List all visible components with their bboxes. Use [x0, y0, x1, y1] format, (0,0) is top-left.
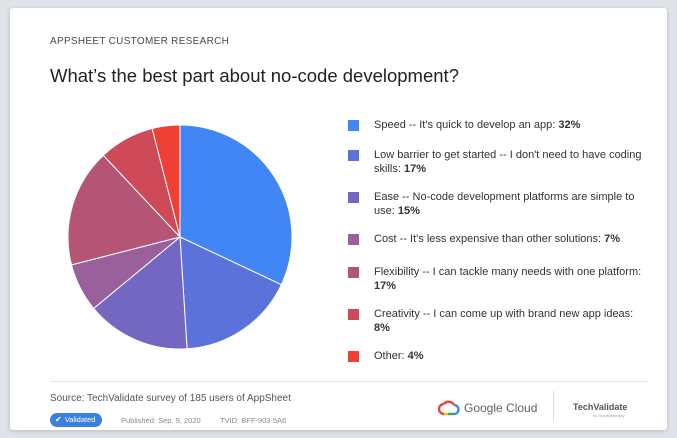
report-card: APPSHEET CUSTOMER RESEARCH What’s the be… [10, 8, 667, 430]
legend-label-0: Speed -- It's quick to develop an app: [374, 119, 559, 131]
legend-text-3: Cost -- It's less expensive than other s… [374, 232, 648, 246]
legend-swatch-0 [348, 120, 359, 131]
techvalidate-logo: TechValidate [573, 402, 628, 412]
legend-label-6: Other: [374, 350, 408, 362]
published-date: Published: Sep. 9, 2020 [121, 416, 201, 425]
legend-value-3: 7% [604, 233, 621, 245]
chart-title: What’s the best part about no-code devel… [50, 65, 459, 86]
legend-text-6: Other: 4% [374, 349, 648, 363]
legend-item-4: Flexibility -- I can tackle many needs w… [348, 265, 648, 293]
legend-item-3: Cost -- It's less expensive than other s… [348, 232, 648, 246]
legend-item-6: Other: 4% [348, 349, 648, 363]
legend-item-5: Creativity -- I can come up with brand n… [348, 307, 648, 335]
techvalidate-subtext: by SurveyMonkey [593, 413, 625, 418]
footer-divider [50, 381, 648, 382]
google-cloud-icon [438, 400, 460, 416]
legend-value-4: 17% [374, 280, 397, 292]
legend-swatch-4 [348, 267, 359, 278]
legend-label-3: Cost -- It's less expensive than other s… [374, 233, 605, 245]
legend-swatch-6 [348, 351, 359, 362]
legend-swatch-2 [348, 192, 359, 203]
legend-text-1: Low barrier to get started -- I don't ne… [374, 148, 648, 176]
legend-text-2: Ease -- No-code development platforms ar… [374, 190, 648, 218]
legend-value-6: 4% [407, 350, 424, 362]
legend-value-0: 32% [558, 119, 581, 131]
legend-text-5: Creativity -- I can come up with brand n… [374, 307, 648, 335]
legend-swatch-5 [348, 309, 359, 320]
legend-label-4: Flexibility -- I can tackle many needs w… [374, 266, 642, 278]
legend-value-1: 17% [403, 163, 426, 175]
validated-badge[interactable]: ✔ Validated [50, 413, 103, 427]
legend-item-0: Speed -- It's quick to develop an app: 3… [348, 118, 648, 132]
google-cloud-text: Google Cloud [464, 401, 538, 415]
footer-separator [553, 391, 554, 421]
legend-value-2: 15% [397, 205, 420, 217]
legend-swatch-1 [348, 150, 359, 161]
legend-swatch-3 [348, 234, 359, 245]
tvid-text: TVID: BFF-903-5A6 [220, 416, 287, 425]
legend-label-5: Creativity -- I can come up with brand n… [374, 308, 634, 320]
legend-text-4: Flexibility -- I can tackle many needs w… [374, 265, 648, 293]
check-icon: ✔ [55, 415, 62, 424]
eyebrow-label: APPSHEET CUSTOMER RESEARCH [50, 36, 230, 47]
validated-badge-label: Validated [64, 415, 96, 424]
legend-item-1: Low barrier to get started -- I don't ne… [348, 148, 648, 176]
source-text: Source: TechValidate survey of 185 users… [50, 393, 291, 404]
legend-item-2: Ease -- No-code development platforms ar… [348, 190, 648, 218]
legend-text-0: Speed -- It's quick to develop an app: 3… [374, 118, 648, 132]
legend-value-5: 8% [374, 322, 390, 334]
pie-chart [67, 124, 293, 350]
